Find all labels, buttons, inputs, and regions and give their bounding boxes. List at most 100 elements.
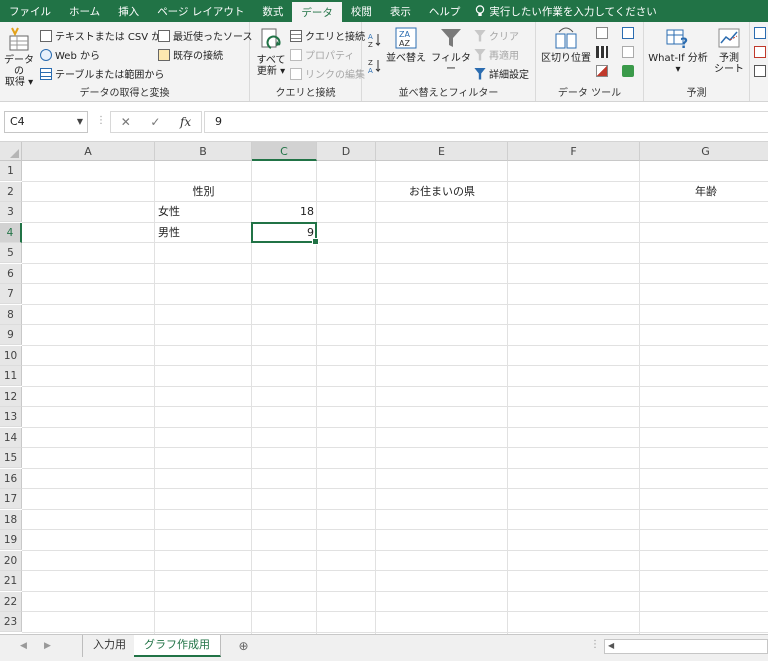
row-header-17[interactable]: 17: [0, 489, 22, 509]
add-sheet-icon[interactable]: ⊕: [236, 639, 251, 654]
tab-formulas[interactable]: 数式: [253, 0, 292, 22]
cell-e2[interactable]: お住まいの県: [376, 182, 508, 202]
row-header-3[interactable]: 3: [0, 202, 22, 222]
clear-filter-icon: [474, 29, 486, 42]
tab-insert[interactable]: 挿入: [109, 0, 148, 22]
row-header-11[interactable]: 11: [0, 366, 22, 386]
tab-splitter-icon[interactable]: ⋮: [590, 639, 600, 650]
cell-c3[interactable]: 18: [252, 202, 317, 222]
relationships-icon: [622, 46, 634, 58]
filter-button[interactable]: フィルター: [430, 26, 472, 75]
tab-home[interactable]: ホーム: [60, 0, 109, 22]
cancel-icon[interactable]: ✕: [121, 115, 131, 129]
column-header-g[interactable]: G: [640, 142, 768, 161]
what-if-analysis-button[interactable]: ? What-If 分析 ▾: [646, 26, 710, 75]
column-header-f[interactable]: F: [508, 142, 640, 161]
select-all-button[interactable]: [0, 142, 22, 161]
manage-data-model-button[interactable]: [622, 65, 637, 77]
name-box-dropdown-icon[interactable]: ▼: [77, 112, 83, 132]
from-table-label: テーブルまたは範囲から: [55, 70, 165, 81]
existing-connections-button[interactable]: 既存の接続: [158, 47, 223, 62]
column-header-e[interactable]: E: [376, 142, 508, 161]
row-header-20[interactable]: 20: [0, 550, 22, 571]
sort-za-button[interactable]: ZA: [368, 58, 382, 74]
column-header-b[interactable]: B: [155, 142, 252, 161]
worksheet-grid[interactable]: ABCDEFG 1 2 3 4 5 6 7 8 9 10 11 12 13 14 15 16 17 18 19 20 2…: [0, 142, 768, 634]
column-header-d[interactable]: D: [317, 142, 376, 161]
remove-duplicates-button[interactable]: [596, 46, 611, 58]
from-web-button[interactable]: Web から: [40, 47, 100, 62]
sort-button[interactable]: ZA AZ 並べ替え: [386, 26, 426, 64]
row-header-10[interactable]: 10: [0, 345, 22, 366]
name-box[interactable]: C4 ▼: [4, 111, 88, 133]
scroll-sheets-left-icon[interactable]: ◀: [20, 641, 27, 651]
cell-b2[interactable]: 性別: [155, 182, 252, 202]
tab-data[interactable]: データ: [292, 2, 342, 22]
text-to-columns-button[interactable]: 区切り位置: [540, 26, 592, 64]
formula-bar-splitter-icon[interactable]: ⋮: [96, 115, 106, 126]
flash-fill-button[interactable]: [596, 27, 611, 39]
web-icon: [40, 48, 52, 61]
group-rows-button[interactable]: [754, 27, 768, 39]
row-header-4[interactable]: 4: [0, 222, 22, 243]
column-header-a[interactable]: A: [22, 142, 155, 161]
row-header-5[interactable]: 5: [0, 243, 22, 263]
recent-sources-button[interactable]: 最近使ったソース: [158, 28, 253, 43]
subtotal-icon: [754, 65, 766, 77]
tab-help[interactable]: ヘルプ: [420, 0, 470, 22]
row-header-23[interactable]: 23: [0, 612, 22, 632]
row-header-15[interactable]: 15: [0, 448, 22, 468]
forecast-sheet-button[interactable]: 予測 シート: [710, 26, 748, 75]
row-header-14[interactable]: 14: [0, 427, 22, 448]
row-header-18[interactable]: 18: [0, 509, 22, 530]
row-header-6[interactable]: 6: [0, 263, 22, 284]
row-header-8[interactable]: 8: [0, 304, 22, 325]
row-header-21[interactable]: 21: [0, 571, 22, 591]
what-if-dropdown-icon: ▾: [675, 64, 681, 75]
consolidate-button[interactable]: [622, 27, 637, 39]
relationships-button[interactable]: [622, 46, 637, 58]
advanced-filter-button[interactable]: 詳細設定: [474, 66, 529, 81]
tell-me-box[interactable]: 実行したい作業を入力してください: [469, 0, 657, 22]
refresh-all-button[interactable]: すべて 更新 ▾: [254, 26, 288, 77]
tab-page-layout[interactable]: ページ レイアウト: [148, 0, 253, 22]
ungroup-rows-button[interactable]: [754, 46, 768, 58]
sort-az-button[interactable]: AZ: [368, 32, 382, 48]
row-header-9[interactable]: 9: [0, 325, 22, 345]
reapply-button[interactable]: 再適用: [474, 47, 519, 62]
scroll-sheets-right-icon[interactable]: ▶: [44, 641, 51, 651]
row-header-16[interactable]: 16: [0, 468, 22, 489]
tab-view[interactable]: 表示: [381, 0, 420, 22]
from-table-button[interactable]: テーブルまたは範囲から: [40, 66, 164, 81]
row-header-12[interactable]: 12: [0, 386, 22, 407]
sheet-tab-input[interactable]: 入力用: [82, 635, 137, 657]
enter-icon[interactable]: ✓: [150, 115, 160, 129]
sheet-tab-chart[interactable]: グラフ作成用: [134, 635, 221, 657]
get-data-button[interactable]: データの 取得 ▾: [2, 26, 36, 88]
row-header-1[interactable]: 1: [0, 161, 22, 181]
tab-file[interactable]: ファイル: [0, 0, 60, 22]
row-header-7[interactable]: 7: [0, 284, 22, 304]
horizontal-scrollbar[interactable]: ◀: [604, 639, 768, 654]
row-header-19[interactable]: 19: [0, 530, 22, 550]
edit-links-button[interactable]: リンクの編集: [290, 66, 365, 81]
tab-review[interactable]: 校閲: [342, 0, 381, 22]
data-validation-button[interactable]: [596, 65, 611, 77]
active-cell-border[interactable]: [251, 221, 319, 245]
insert-function-icon[interactable]: fx: [180, 115, 191, 129]
formula-input[interactable]: 9: [204, 111, 768, 133]
cell-b4[interactable]: 男性: [155, 223, 252, 243]
subtotal-button[interactable]: [754, 65, 768, 77]
cell-g2[interactable]: 年齢: [640, 182, 768, 202]
row-header-13[interactable]: 13: [0, 407, 22, 427]
queries-connections-button[interactable]: クエリと接続: [290, 28, 365, 43]
scroll-left-arrow-icon[interactable]: ◀: [608, 641, 614, 650]
properties-button[interactable]: プロパティ: [290, 47, 354, 62]
row-header-22[interactable]: 22: [0, 591, 22, 612]
clear-filter-button[interactable]: クリア: [474, 28, 519, 43]
svg-text:Z: Z: [368, 59, 373, 67]
row-header-2[interactable]: 2: [0, 181, 22, 202]
cell-b3[interactable]: 女性: [155, 202, 252, 222]
from-text-csv-button[interactable]: テキストまたは CSV から: [40, 28, 171, 43]
column-header-c[interactable]: C: [252, 142, 317, 161]
